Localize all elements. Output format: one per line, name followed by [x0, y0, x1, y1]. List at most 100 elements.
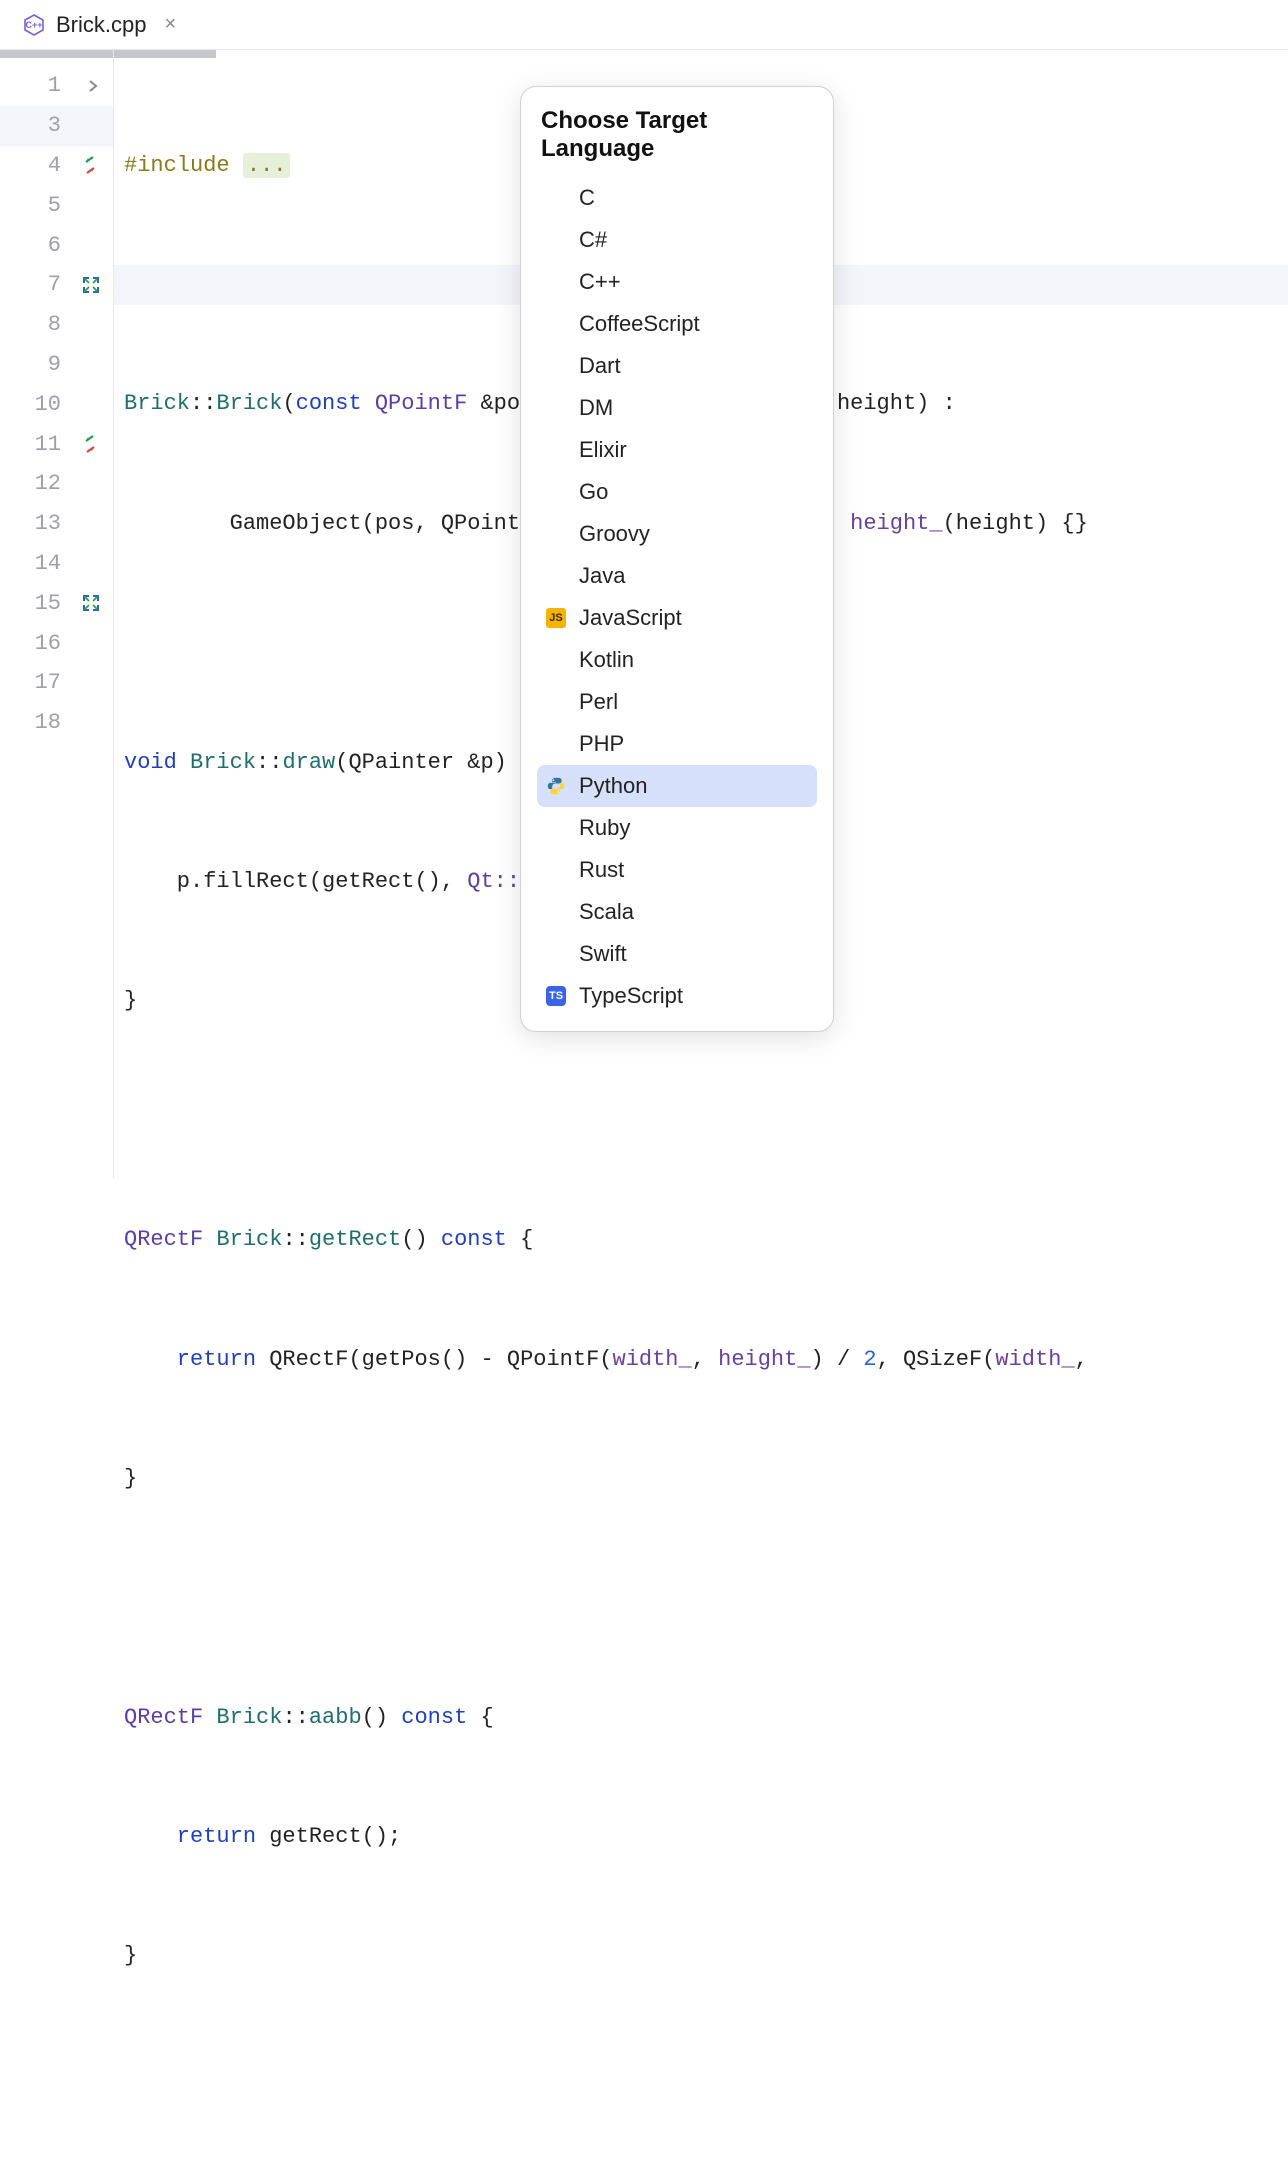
- language-label: JavaScript: [579, 605, 682, 631]
- blank-icon: [545, 355, 567, 377]
- language-item-go[interactable]: Go: [537, 471, 817, 513]
- language-item-coffeescript[interactable]: CoffeeScript: [537, 303, 817, 345]
- code-line: [114, 1578, 1288, 1618]
- gutter-line[interactable]: 6: [0, 225, 113, 265]
- tab-brick-cpp[interactable]: C++ Brick.cpp ×: [12, 6, 186, 44]
- language-item-javascript[interactable]: JS JavaScript: [537, 597, 817, 639]
- gutter-line[interactable]: 14: [0, 544, 113, 584]
- blank-icon: [545, 271, 567, 293]
- language-item-elixir[interactable]: Elixir: [537, 429, 817, 471]
- code-line: [114, 2056, 1288, 2096]
- language-item-dm[interactable]: DM: [537, 387, 817, 429]
- language-item-c-[interactable]: C++: [537, 261, 817, 303]
- language-item-python[interactable]: Python: [537, 765, 817, 807]
- expand-icon[interactable]: [81, 593, 101, 613]
- close-icon[interactable]: ×: [164, 13, 176, 36]
- cpp-file-icon: C++: [22, 13, 46, 37]
- gutter-line[interactable]: 3: [0, 106, 113, 146]
- language-item-scala[interactable]: Scala: [537, 891, 817, 933]
- code-line: QRectF Brick::aabb() const {: [114, 1698, 1288, 1738]
- typescript-icon: TS: [545, 985, 567, 1007]
- blank-icon: [545, 691, 567, 713]
- language-item-perl[interactable]: Perl: [537, 681, 817, 723]
- blank-icon: [545, 901, 567, 923]
- language-label: Kotlin: [579, 647, 634, 673]
- blank-icon: [545, 733, 567, 755]
- blank-icon: [545, 229, 567, 251]
- blank-icon: [545, 187, 567, 209]
- blank-icon: [545, 943, 567, 965]
- gutter-line[interactable]: 8: [0, 305, 113, 345]
- language-item-c[interactable]: C: [537, 177, 817, 219]
- expand-icon[interactable]: [81, 275, 101, 295]
- chevron-right-icon[interactable]: [85, 78, 101, 94]
- gutter-line[interactable]: 18: [0, 703, 113, 743]
- language-item-c-[interactable]: C#: [537, 219, 817, 261]
- blank-icon: [545, 649, 567, 671]
- language-list: C C# C++ CoffeeScript Dart DM Elixir Go Groovy Ja…: [531, 177, 823, 1017]
- code-line: return getRect();: [114, 1817, 1288, 1857]
- gutter-line[interactable]: 13: [0, 504, 113, 544]
- language-label: CoffeeScript: [579, 311, 700, 337]
- language-label: Ruby: [579, 815, 630, 841]
- gutter-line[interactable]: 11: [0, 424, 113, 464]
- javascript-icon: JS: [545, 607, 567, 629]
- python-icon: [545, 775, 567, 797]
- language-item-php[interactable]: PHP: [537, 723, 817, 765]
- language-item-ruby[interactable]: Ruby: [537, 807, 817, 849]
- blank-icon: [545, 859, 567, 881]
- tab-filename: Brick.cpp: [56, 12, 146, 38]
- gutter-line[interactable]: 4: [0, 146, 113, 186]
- fold-ellipsis[interactable]: ...: [243, 153, 291, 178]
- tab-bar: C++ Brick.cpp ×: [0, 0, 1288, 50]
- code-line: [114, 1101, 1288, 1141]
- language-label: Swift: [579, 941, 627, 967]
- language-label: Python: [579, 773, 648, 799]
- blank-icon: [545, 481, 567, 503]
- blank-icon: [545, 565, 567, 587]
- choose-language-popup: Choose Target Language C C# C++ CoffeeScrip…: [520, 86, 834, 1032]
- popup-title: Choose Target Language: [531, 101, 823, 177]
- gutter-line[interactable]: 15: [0, 583, 113, 623]
- language-item-java[interactable]: Java: [537, 555, 817, 597]
- language-label: Scala: [579, 899, 634, 925]
- language-item-dart[interactable]: Dart: [537, 345, 817, 387]
- language-label: Perl: [579, 689, 618, 715]
- language-label: Elixir: [579, 437, 627, 463]
- blank-icon: [545, 817, 567, 839]
- language-label: PHP: [579, 731, 624, 757]
- gutter-line[interactable]: 17: [0, 663, 113, 703]
- language-label: C++: [579, 269, 621, 295]
- language-label: C: [579, 185, 595, 211]
- gutter-line[interactable]: 10: [0, 384, 113, 424]
- language-item-rust[interactable]: Rust: [537, 849, 817, 891]
- gutter-line[interactable]: 7: [0, 265, 113, 305]
- code-line: return QRectF(getPos() - QPointF(width_,…: [114, 1340, 1288, 1380]
- blank-icon: [545, 439, 567, 461]
- gutter-line[interactable]: 9: [0, 345, 113, 385]
- language-item-swift[interactable]: Swift: [537, 933, 817, 975]
- gutter-line[interactable]: 16: [0, 623, 113, 663]
- svg-text:C++: C++: [25, 20, 42, 30]
- language-item-typescript[interactable]: TS TypeScript: [537, 975, 817, 1017]
- language-label: Rust: [579, 857, 624, 883]
- language-label: Groovy: [579, 521, 650, 547]
- blank-icon: [545, 523, 567, 545]
- gutter-line[interactable]: 1: [0, 66, 113, 106]
- language-label: TypeScript: [579, 983, 683, 1009]
- code-line: }: [114, 1936, 1288, 1976]
- code-line: }: [114, 1459, 1288, 1499]
- language-label: Java: [579, 563, 625, 589]
- gutter-line[interactable]: 5: [0, 185, 113, 225]
- blank-icon: [545, 313, 567, 335]
- language-item-kotlin[interactable]: Kotlin: [537, 639, 817, 681]
- diff-change-icon[interactable]: [79, 433, 101, 455]
- language-label: Dart: [579, 353, 621, 379]
- gutter: 1 3 4 5 6 7 8: [0, 50, 114, 1178]
- blank-icon: [545, 397, 567, 419]
- diff-change-icon[interactable]: [79, 154, 101, 176]
- language-item-groovy[interactable]: Groovy: [537, 513, 817, 555]
- language-label: Go: [579, 479, 608, 505]
- code-line: QRectF Brick::getRect() const {: [114, 1220, 1288, 1260]
- gutter-line[interactable]: 12: [0, 464, 113, 504]
